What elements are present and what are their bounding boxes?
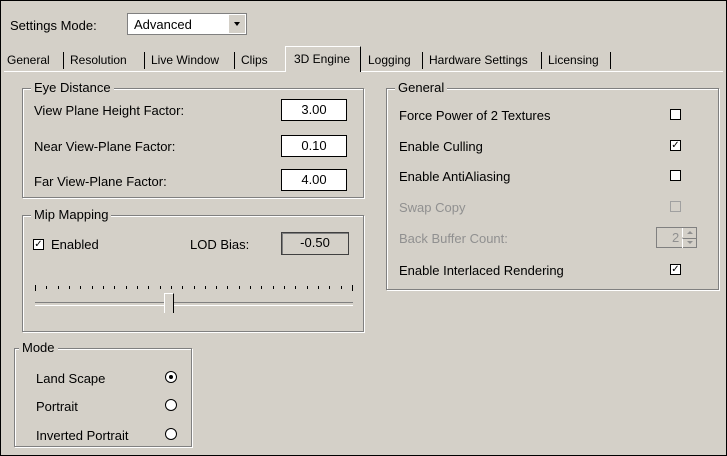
enable-antialiasing-label: Enable AntiAliasing [399, 169, 511, 184]
tab-licensing[interactable]: Licensing [548, 50, 599, 70]
far-view-plane-field[interactable]: 4.00 [281, 169, 347, 191]
general-title: General [395, 80, 448, 95]
slider-tick [205, 286, 206, 289]
settings-mode-value: Advanced [134, 17, 192, 32]
slider-tick [307, 286, 308, 289]
slider-tick [160, 286, 161, 289]
lod-bias-slider[interactable] [35, 281, 353, 315]
mip-mapping-title: Mip Mapping [31, 207, 112, 222]
slider-tick [318, 286, 319, 289]
tab-separator [63, 52, 64, 69]
settings-mode-dropdown[interactable]: Advanced [127, 13, 247, 35]
slider-tick [239, 286, 240, 289]
enable-interlaced-label: Enable Interlaced Rendering [399, 263, 564, 278]
near-view-plane-label: Near View-Plane Factor: [34, 139, 176, 154]
tab-separator [234, 52, 235, 69]
far-view-plane-label: Far View-Plane Factor: [34, 174, 167, 189]
slider-tick [273, 286, 274, 289]
back-buffer-count-spinner[interactable]: 2 [656, 227, 697, 248]
lod-bias-label: LOD Bias: [190, 237, 250, 252]
tab-separator [610, 52, 611, 69]
mode-landscape-radio[interactable] [165, 371, 177, 383]
slider-tick [284, 286, 285, 289]
slider-tick [329, 286, 330, 289]
slider-tick [92, 286, 93, 289]
force-power-of-2-checkbox[interactable] [670, 109, 681, 120]
slider-tick [114, 286, 115, 289]
mode-portrait-radio[interactable] [165, 399, 177, 411]
tab-separator [144, 52, 145, 69]
tab-clips[interactable]: Clips [241, 50, 268, 70]
slider-tick [295, 286, 296, 289]
tab-resolution[interactable]: Resolution [70, 50, 127, 70]
slider-tick [171, 286, 172, 289]
slider-tick [227, 286, 228, 289]
slider-tick-marks [35, 285, 353, 291]
spinner-up-button[interactable] [682, 228, 697, 237]
chevron-down-icon [234, 22, 240, 26]
view-plane-height-field[interactable]: 3.00 [281, 99, 347, 121]
mode-landscape-label: Land Scape [36, 371, 106, 386]
mode-title: Mode [19, 340, 58, 355]
eye-distance-title: Eye Distance [31, 80, 114, 95]
spin-up-icon [687, 231, 693, 234]
slider-thumb[interactable] [164, 293, 174, 313]
tab-3d-engine-label: 3D Engine [294, 52, 351, 66]
tab-separator [541, 52, 542, 69]
enable-antialiasing-checkbox[interactable] [670, 170, 681, 181]
mip-enabled-checkbox[interactable]: ✓ [33, 239, 44, 250]
mip-enabled-label: Enabled [51, 237, 99, 252]
tab-separator [422, 52, 423, 69]
enable-culling-checkbox[interactable]: ✓ [670, 140, 681, 151]
slider-tick [261, 286, 262, 289]
force-power-of-2-label: Force Power of 2 Textures [399, 108, 551, 123]
view-plane-height-label: View Plane Height Factor: [34, 103, 185, 118]
slider-tick [216, 286, 217, 289]
back-buffer-count-value: 2 [672, 230, 680, 245]
slider-tick [103, 286, 104, 289]
settings-window: Settings Mode: Advanced General Resoluti… [0, 0, 727, 456]
slider-tick [182, 286, 183, 289]
tab-strip-line-right [361, 71, 723, 72]
mode-inverted-portrait-radio[interactable] [165, 428, 177, 440]
slider-tick [194, 286, 195, 289]
slider-tick [148, 286, 149, 289]
near-view-plane-field[interactable]: 0.10 [281, 135, 347, 157]
mode-portrait-label: Portrait [36, 399, 78, 414]
slider-tick [69, 286, 70, 289]
back-buffer-count-label: Back Buffer Count: [399, 231, 508, 246]
slider-tick [58, 286, 59, 289]
slider-tick [126, 286, 127, 289]
slider-tick [250, 286, 251, 289]
mode-inverted-portrait-label: Inverted Portrait [36, 428, 129, 443]
slider-tick [341, 286, 342, 289]
slider-tick [80, 286, 81, 289]
tab-general[interactable]: General [7, 50, 50, 70]
swap-copy-checkbox[interactable] [670, 201, 681, 212]
spin-down-icon [687, 241, 693, 244]
spinner-down-button[interactable] [682, 238, 697, 248]
lod-bias-field[interactable]: -0.50 [281, 232, 349, 255]
settings-mode-label: Settings Mode: [10, 18, 97, 33]
tab-3d-engine[interactable]: 3D Engine [285, 46, 361, 72]
slider-tick [352, 285, 353, 291]
slider-track [35, 302, 353, 306]
swap-copy-label: Swap Copy [399, 200, 466, 215]
tab-strip-line-left [4, 71, 286, 72]
radio-selected-dot [169, 375, 173, 379]
enable-culling-label: Enable Culling [399, 139, 483, 154]
dropdown-arrow-button[interactable] [228, 15, 245, 33]
slider-tick [46, 286, 47, 289]
slider-tick [35, 285, 36, 291]
tab-hardware-settings[interactable]: Hardware Settings [429, 50, 528, 70]
tab-live-window[interactable]: Live Window [151, 50, 219, 70]
tab-logging[interactable]: Logging [368, 50, 411, 70]
enable-interlaced-checkbox[interactable]: ✓ [670, 264, 681, 275]
slider-tick [137, 286, 138, 289]
